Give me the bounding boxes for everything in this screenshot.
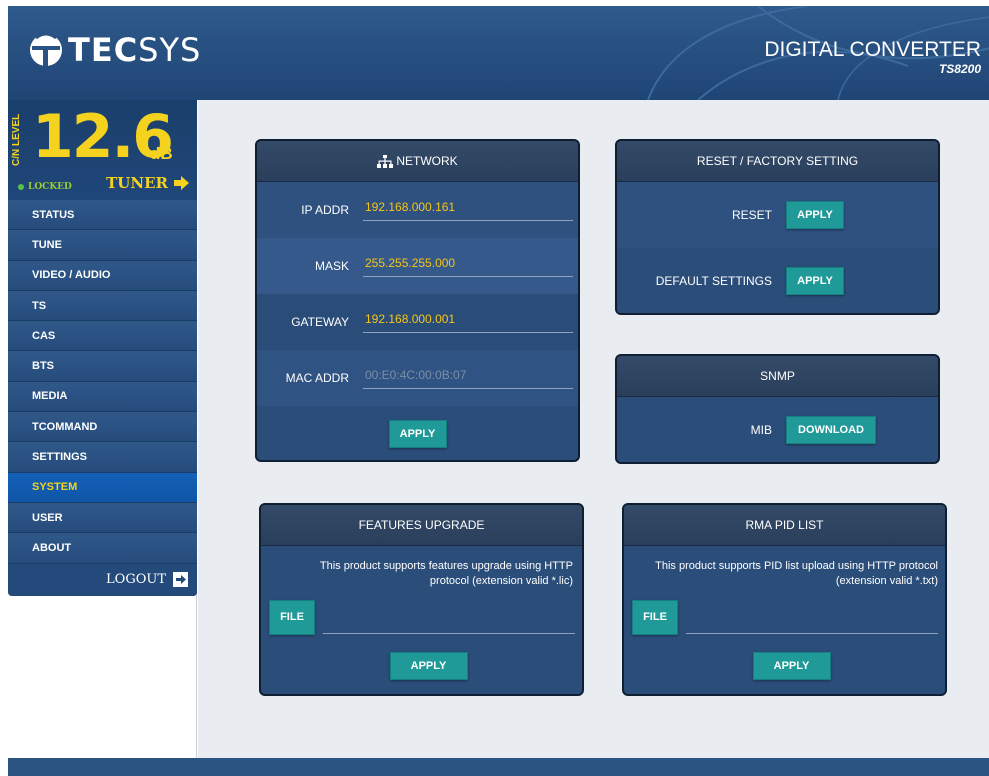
snmp-panel-header: SNMP bbox=[617, 356, 938, 397]
network-panel-header: NETWORK bbox=[257, 141, 578, 182]
sidebar-item-cas[interactable]: CAS bbox=[8, 321, 197, 352]
snmp-panel-title: SNMP bbox=[760, 369, 795, 383]
snmp-panel: SNMP MIB DOWNLOAD bbox=[615, 354, 940, 464]
network-icon bbox=[377, 154, 394, 168]
network-panel: NETWORK IP ADDR 192.168.000.161 MASK 255… bbox=[255, 139, 580, 462]
features-actions: APPLY bbox=[261, 638, 582, 694]
tuner-label: TUNER bbox=[106, 174, 168, 192]
rma-apply-button[interactable]: APPLY bbox=[752, 652, 831, 680]
features-apply-button[interactable]: APPLY bbox=[389, 652, 468, 680]
network-apply-button[interactable]: APPLY bbox=[388, 420, 447, 448]
mac-field: 00:E0:4C:00:0B:07 bbox=[363, 367, 573, 389]
product-title: DIGITAL CONVERTER TS8200 bbox=[764, 38, 981, 76]
rma-file-field[interactable] bbox=[686, 600, 938, 634]
rma-pid-list-title: RMA PID LIST bbox=[745, 518, 824, 532]
sidebar-item-about[interactable]: ABOUT bbox=[8, 533, 197, 564]
reset-panel-title: RESET / FACTORY SETTING bbox=[696, 154, 859, 168]
tecsys-logo-icon bbox=[30, 32, 62, 66]
network-panel-title: NETWORK bbox=[396, 154, 458, 168]
sidebar-item-tcommand[interactable]: TCOMMAND bbox=[8, 412, 197, 443]
logo-text: TECSYS bbox=[68, 31, 202, 69]
mib-download-button[interactable]: DOWNLOAD bbox=[786, 415, 876, 444]
reset-label: RESET bbox=[731, 208, 772, 222]
ip-field[interactable]: 192.168.000.161 bbox=[363, 199, 573, 221]
mask-row: MASK 255.255.255.000 bbox=[257, 238, 578, 294]
features-upgrade-title: FEATURES UPGRADE bbox=[358, 518, 485, 532]
default-settings-apply-button[interactable]: APPLY bbox=[786, 266, 844, 295]
features-upgrade-panel: FEATURES UPGRADE This product supports f… bbox=[259, 503, 584, 696]
cn-level-unit: dB bbox=[150, 144, 173, 163]
gateway-field[interactable]: 192.168.000.001 bbox=[363, 311, 573, 333]
sidebar-item-tune[interactable]: TUNE bbox=[8, 230, 197, 261]
sidebar-item-user[interactable]: USER bbox=[8, 502, 197, 534]
sidebar-item-settings[interactable]: SETTINGS bbox=[8, 442, 197, 473]
lock-status-text: LOCKED bbox=[28, 182, 72, 192]
logout-label: LOGOUT bbox=[106, 572, 166, 588]
sidebar-item-media[interactable]: MEDIA bbox=[8, 381, 197, 413]
product-name: DIGITAL CONVERTER bbox=[764, 38, 981, 61]
features-description-line2: protocol (extension valid *.lic) bbox=[429, 575, 573, 587]
rma-description: This product supports PID list upload us… bbox=[624, 546, 945, 596]
lock-status: LOCKED bbox=[18, 182, 72, 192]
mask-field[interactable]: 255.255.255.000 bbox=[363, 255, 573, 277]
cn-level-label: C/N LEVEL bbox=[11, 113, 22, 166]
mib-row: MIB DOWNLOAD bbox=[617, 397, 938, 462]
rma-file-button[interactable]: FILE bbox=[632, 599, 678, 635]
app-header: TECSYS DIGITAL CONVERTER TS8200 bbox=[8, 6, 989, 100]
reset-row: RESET APPLY bbox=[617, 182, 938, 248]
mib-label: MIB bbox=[750, 422, 772, 437]
features-file-field[interactable] bbox=[323, 600, 575, 634]
arrow-right-icon bbox=[174, 176, 189, 190]
sidebar: C/N LEVEL 12.6 dB LOCKED TUNER STATUS TUN… bbox=[8, 100, 197, 596]
default-settings-row: DEFAULT SETTINGS APPLY bbox=[617, 248, 938, 313]
logout-button[interactable]: LOGOUT bbox=[8, 563, 197, 596]
rma-description-line1: This product supports PID list upload us… bbox=[655, 560, 938, 572]
mac-label: MAC ADDR bbox=[285, 371, 349, 385]
logout-icon bbox=[173, 572, 188, 588]
mask-label: MASK bbox=[314, 259, 349, 273]
rma-pid-list-header: RMA PID LIST bbox=[624, 505, 945, 546]
gateway-label: GATEWAY bbox=[291, 315, 349, 329]
features-file-row: FILE bbox=[261, 596, 582, 638]
sidebar-item-video-audio[interactable]: VIDEO / AUDIO bbox=[8, 260, 197, 291]
sidebar-item-bts[interactable]: BTS bbox=[8, 351, 197, 382]
reset-apply-button[interactable]: APPLY bbox=[786, 201, 844, 229]
default-settings-label: DEFAULT SETTINGS bbox=[655, 273, 772, 288]
app-footer bbox=[8, 758, 989, 776]
rma-actions: APPLY bbox=[624, 638, 945, 694]
features-file-button[interactable]: FILE bbox=[269, 599, 315, 635]
network-actions: APPLY bbox=[257, 406, 578, 460]
signal-level-box: C/N LEVEL 12.6 dB LOCKED TUNER bbox=[8, 100, 197, 200]
lock-status-dot-icon bbox=[18, 184, 24, 190]
sidebar-item-ts[interactable]: TS bbox=[8, 290, 197, 322]
sidebar-item-system[interactable]: SYSTEM bbox=[8, 472, 197, 503]
rma-file-row: FILE bbox=[624, 596, 945, 638]
gateway-row: GATEWAY 192.168.000.001 bbox=[257, 294, 578, 350]
ip-label: IP ADDR bbox=[301, 203, 349, 217]
tecsys-logo: TECSYS bbox=[28, 31, 201, 69]
reset-panel: RESET / FACTORY SETTING RESET APPLY DEFA… bbox=[615, 139, 940, 315]
features-description-line1: This product supports features upgrade u… bbox=[319, 560, 573, 572]
features-upgrade-header: FEATURES UPGRADE bbox=[261, 505, 582, 546]
sidebar-item-status[interactable]: STATUS bbox=[8, 200, 197, 231]
product-model: TS8200 bbox=[938, 62, 981, 76]
rma-pid-list-panel: RMA PID LIST This product supports PID l… bbox=[622, 503, 947, 696]
mac-row: MAC ADDR 00:E0:4C:00:0B:07 bbox=[257, 350, 578, 406]
ip-row: IP ADDR 192.168.000.161 bbox=[257, 182, 578, 238]
tuner-link[interactable]: TUNER bbox=[106, 174, 191, 192]
sidebar-nav: STATUS TUNE VIDEO / AUDIO TS CAS BTS MEDIA TCOM… bbox=[8, 200, 197, 564]
rma-description-line2: (extension valid *.txt) bbox=[835, 575, 938, 587]
features-description: This product supports features upgrade u… bbox=[261, 546, 582, 596]
reset-panel-header: RESET / FACTORY SETTING bbox=[617, 141, 938, 182]
